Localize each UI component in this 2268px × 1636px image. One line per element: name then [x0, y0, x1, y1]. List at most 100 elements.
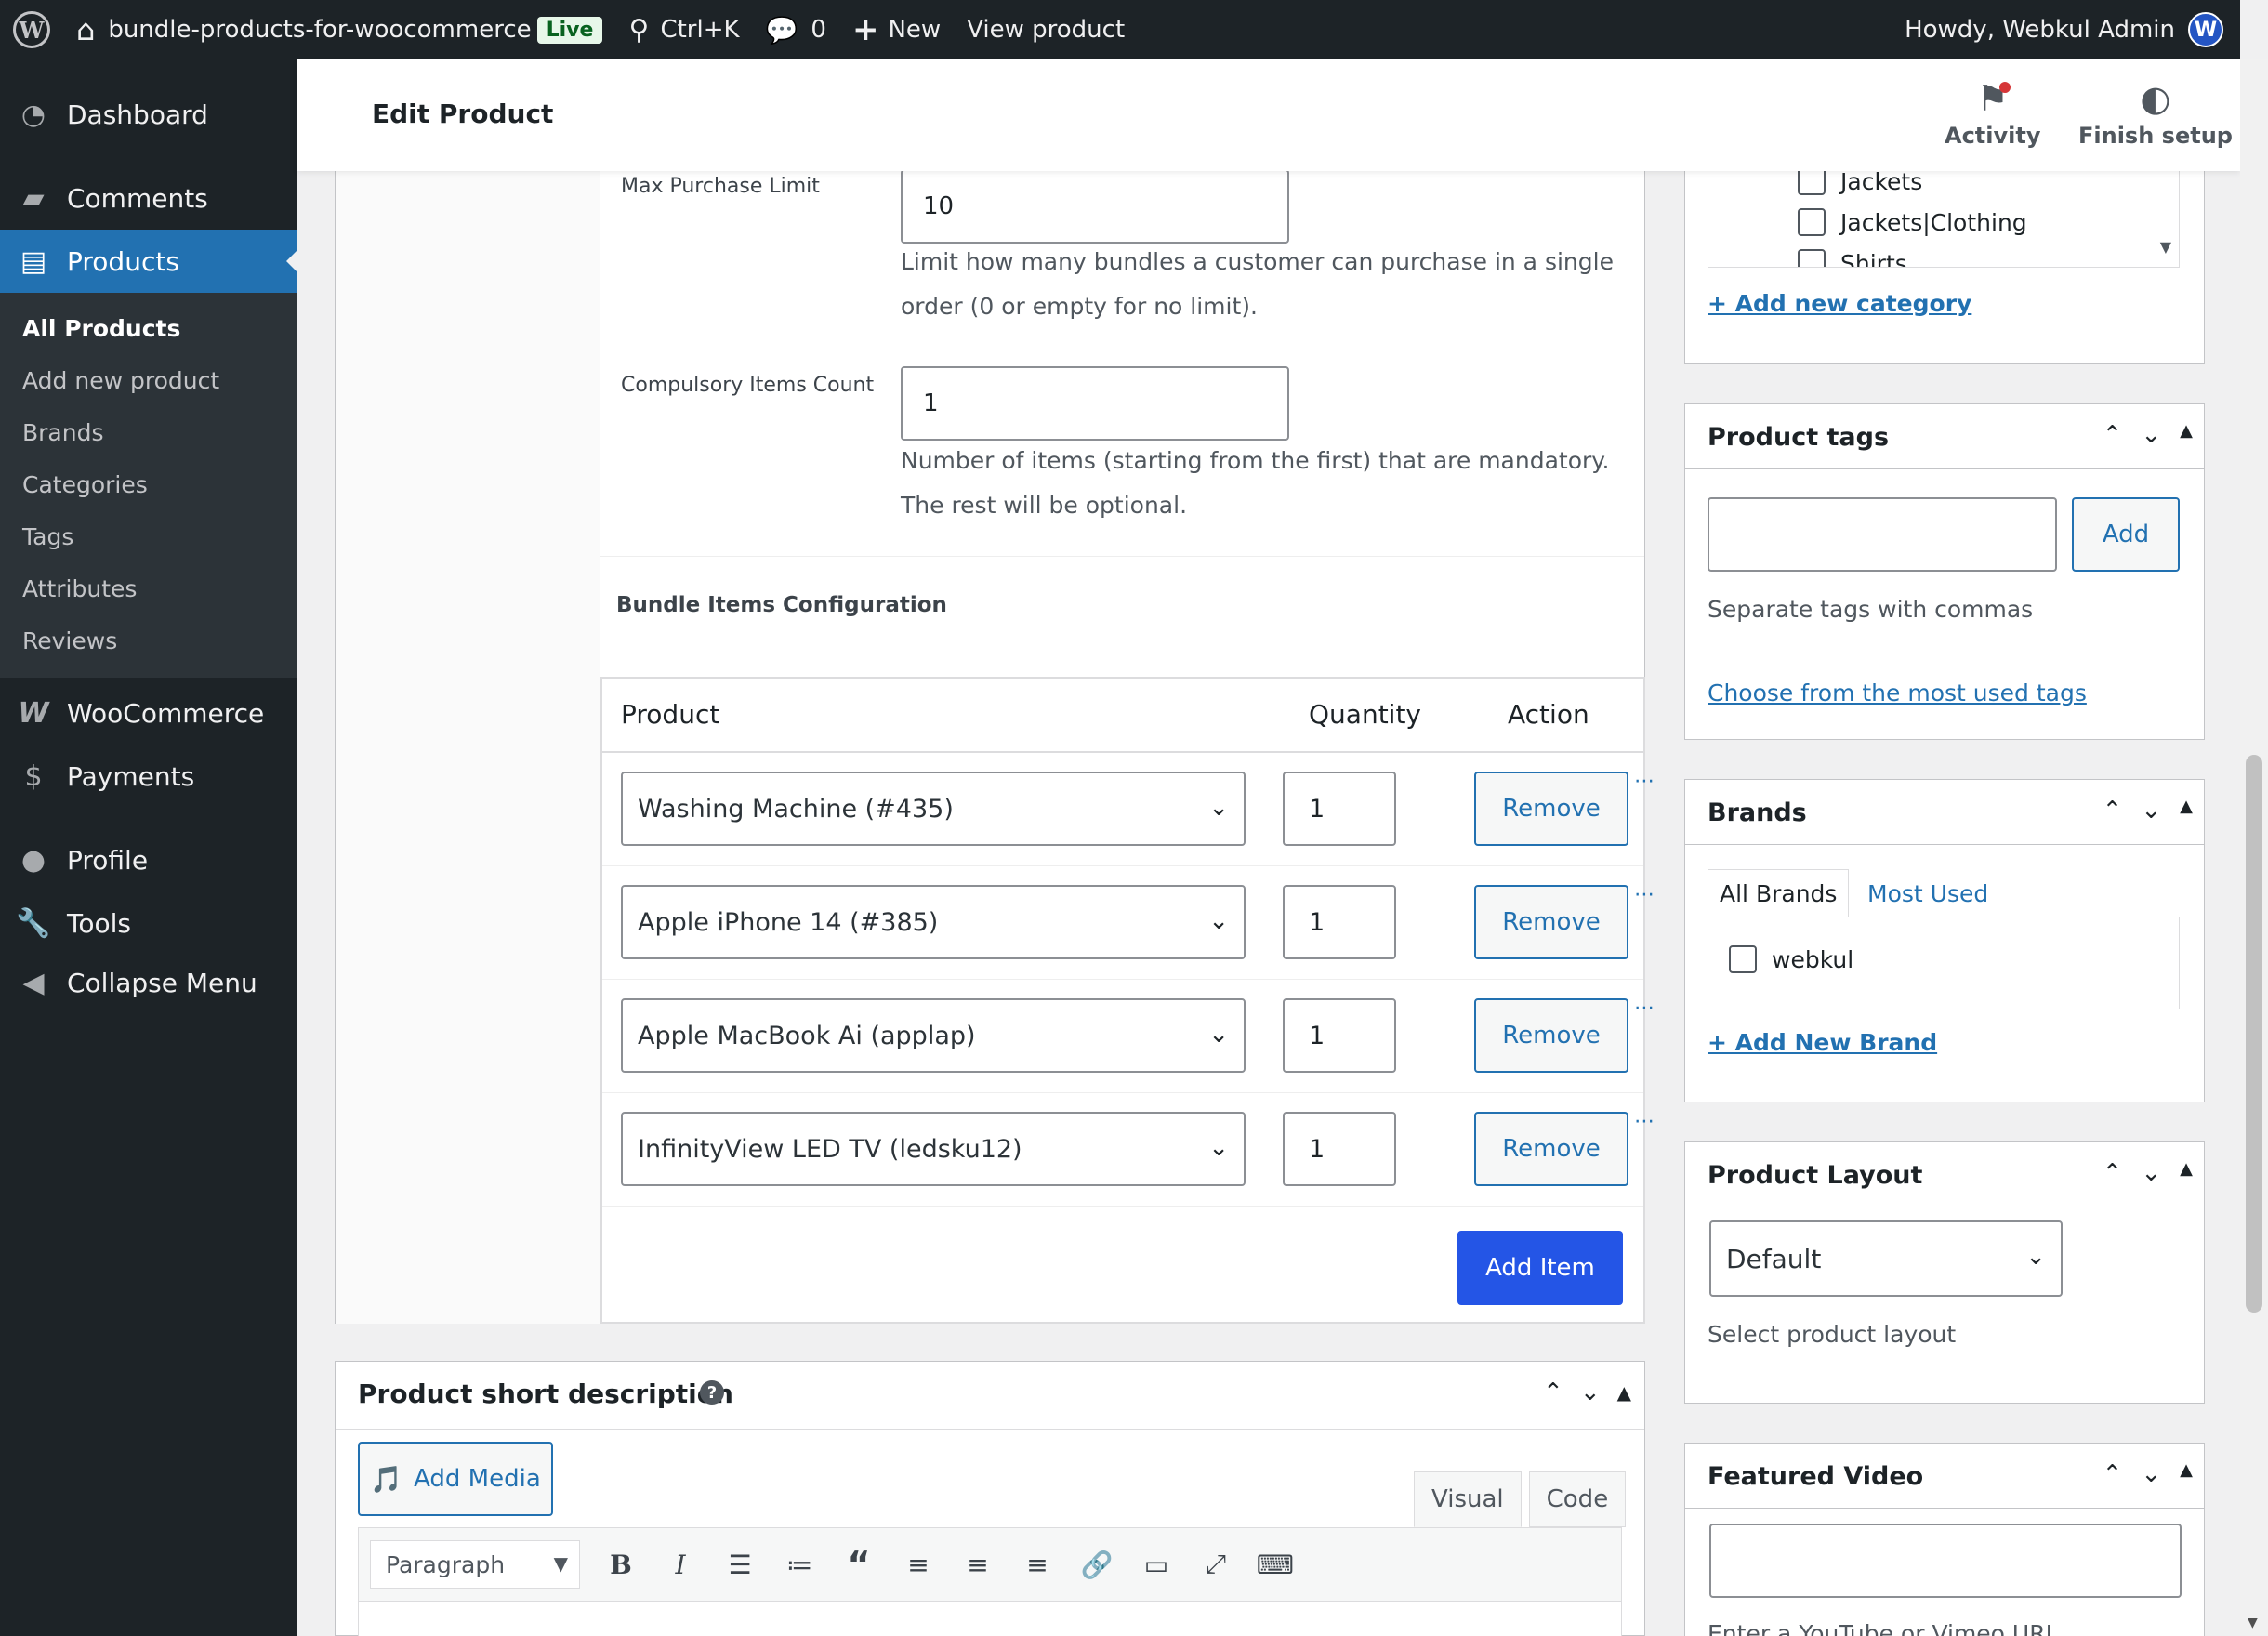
- format-select[interactable]: Paragraph ▼: [370, 1540, 580, 1589]
- toggle-panel-icon[interactable]: ▲: [2180, 1159, 2193, 1187]
- drag-handle-icon[interactable]: ⋯: [1634, 770, 1655, 793]
- italic-icon[interactable]: I: [651, 1540, 710, 1589]
- tab-code[interactable]: Code: [1528, 1471, 1627, 1527]
- align-center-icon[interactable]: ≡: [948, 1540, 1008, 1589]
- quantity-input[interactable]: 1: [1283, 772, 1396, 846]
- remove-item-button[interactable]: Remove: [1474, 998, 1628, 1073]
- sidebar-item-label: Dashboard: [67, 99, 208, 130]
- move-up-icon[interactable]: ⌃: [2103, 797, 2123, 825]
- sidebar-item-tools[interactable]: 🔧 Tools: [0, 891, 297, 955]
- activity-button[interactable]: ⚑ Activity: [1945, 78, 2041, 149]
- product-select[interactable]: Washing Machine (#435) ⌄: [621, 772, 1246, 846]
- category-checkbox[interactable]: [1798, 208, 1826, 236]
- move-down-icon[interactable]: ⌄: [2141, 421, 2161, 449]
- blockquote-icon[interactable]: “: [829, 1540, 889, 1589]
- tab-all-brands[interactable]: All Brands: [1708, 869, 1850, 917]
- fullscreen-icon[interactable]: ⤢: [1186, 1540, 1246, 1589]
- category-checkbox[interactable]: [1798, 249, 1826, 267]
- brand-item[interactable]: webkul: [1729, 945, 1853, 973]
- link-icon[interactable]: 🔗: [1067, 1540, 1127, 1589]
- site-name-link[interactable]: ⌂ bundle-products-for-woocommerce Live: [63, 0, 615, 59]
- submenu-reviews[interactable]: Reviews: [0, 614, 297, 666]
- sidebar-item-dashboard[interactable]: ◔ Dashboard: [0, 83, 297, 146]
- move-up-icon[interactable]: ⌃: [2103, 1159, 2123, 1187]
- category-item[interactable]: Jackets|Clothing: [1798, 208, 2027, 236]
- drag-handle-icon[interactable]: ⋯: [1634, 996, 1655, 1020]
- wordpress-logo-button[interactable]: W: [0, 0, 63, 59]
- new-label: New: [888, 16, 942, 44]
- sidebar-item-payments[interactable]: $ Payments: [0, 745, 297, 808]
- bulleted-list-icon[interactable]: ☰: [710, 1540, 770, 1589]
- move-up-icon[interactable]: ⌃: [2103, 421, 2123, 449]
- drag-handle-icon[interactable]: ⋯: [1634, 1110, 1655, 1133]
- add-tag-button[interactable]: Add: [2072, 497, 2180, 572]
- toggle-panel-icon[interactable]: ▲: [2180, 1460, 2193, 1488]
- move-up-icon[interactable]: ⌃: [1543, 1379, 1563, 1406]
- submenu-add-new-product[interactable]: Add new product: [0, 354, 297, 406]
- submenu-brands[interactable]: Brands: [0, 406, 297, 458]
- quantity-input[interactable]: 1: [1283, 1112, 1396, 1186]
- submenu-categories[interactable]: Categories: [0, 458, 297, 510]
- quantity-input[interactable]: 1: [1283, 885, 1396, 959]
- remove-item-button[interactable]: Remove: [1474, 772, 1628, 846]
- new-tag-input[interactable]: [1708, 497, 2057, 572]
- remove-item-button[interactable]: Remove: [1474, 1112, 1628, 1186]
- choose-most-used-tags-link[interactable]: Choose from the most used tags: [1708, 679, 2087, 706]
- move-down-icon[interactable]: ⌄: [2141, 1159, 2161, 1187]
- sidebar-item-products[interactable]: ▤ Products: [0, 230, 297, 293]
- numbered-list-icon[interactable]: ≔: [770, 1540, 829, 1589]
- editor-content-area[interactable]: [358, 1602, 1622, 1636]
- max-purchase-input[interactable]: 10: [901, 169, 1289, 244]
- bold-icon[interactable]: B: [591, 1540, 651, 1589]
- command-palette-button[interactable]: ⚲ Ctrl+K: [615, 0, 752, 59]
- account-menu[interactable]: Howdy, Webkul Admin W: [1905, 0, 2240, 59]
- submenu-all-products[interactable]: All Products: [0, 302, 297, 354]
- keyboard-toolbar-toggle-icon[interactable]: ⌨: [1246, 1540, 1305, 1589]
- sidebar-item-woocommerce[interactable]: W WooCommerce: [0, 681, 297, 745]
- submenu-attributes[interactable]: Attributes: [0, 562, 297, 614]
- help-question-icon[interactable]: ?: [700, 1380, 724, 1405]
- drag-handle-icon[interactable]: ⋯: [1634, 883, 1655, 906]
- add-media-button[interactable]: 🎵 Add Media: [358, 1442, 553, 1516]
- collapse-menu-button[interactable]: ◀ Collapse Menu: [0, 955, 297, 1010]
- quantity-input[interactable]: 1: [1283, 998, 1396, 1073]
- remove-item-button[interactable]: Remove: [1474, 885, 1628, 959]
- compulsory-items-input[interactable]: 1: [901, 366, 1289, 441]
- editor-toolbar: Paragraph ▼ B I ☰ ≔ “ ≡ ≡ ≡ 🔗 ▭ ⤢ ⌨: [358, 1527, 1622, 1602]
- submenu-tags[interactable]: Tags: [0, 510, 297, 562]
- scroll-down-arrow-icon[interactable]: ▼: [2160, 238, 2171, 256]
- scroll-down-arrow-icon[interactable]: ▼: [2248, 1616, 2258, 1630]
- category-item[interactable]: Jackets: [1798, 171, 1922, 195]
- page-scrollbar[interactable]: ▼: [2240, 59, 2268, 1636]
- sidebar-item-profile[interactable]: ● Profile: [0, 828, 297, 891]
- tab-most-used-brands[interactable]: Most Used: [1856, 869, 1999, 917]
- category-checkbox[interactable]: [1798, 171, 1826, 195]
- comments-link[interactable]: 💬 0: [753, 0, 839, 59]
- scrollbar-thumb[interactable]: [2246, 755, 2262, 1313]
- tab-visual[interactable]: Visual: [1414, 1471, 1522, 1527]
- toggle-panel-icon[interactable]: ▲: [1617, 1381, 1631, 1404]
- add-new-category-link[interactable]: + Add new category: [1708, 290, 1971, 317]
- category-item[interactable]: Shirts: [1798, 249, 1907, 267]
- product-select[interactable]: Apple iPhone 14 (#385) ⌄: [621, 885, 1246, 959]
- move-down-icon[interactable]: ⌄: [2141, 1460, 2161, 1488]
- product-layout-select[interactable]: Default ⌄: [1709, 1220, 2063, 1297]
- product-select[interactable]: InfinityView LED TV (ledsku12) ⌄: [621, 1112, 1246, 1186]
- toggle-panel-icon[interactable]: ▲: [2180, 421, 2193, 449]
- align-left-icon[interactable]: ≡: [889, 1540, 948, 1589]
- brand-checkbox[interactable]: [1729, 945, 1757, 973]
- product-select[interactable]: Apple MacBook Ai (applap) ⌄: [621, 998, 1246, 1073]
- sidebar-item-comments[interactable]: ▰ Comments: [0, 166, 297, 230]
- featured-video-url-input[interactable]: [1709, 1524, 2182, 1598]
- toggle-panel-icon[interactable]: ▲: [2180, 797, 2193, 825]
- new-content-button[interactable]: + New: [839, 0, 954, 59]
- move-up-icon[interactable]: ⌃: [2103, 1460, 2123, 1488]
- align-right-icon[interactable]: ≡: [1008, 1540, 1067, 1589]
- move-down-icon[interactable]: ⌄: [1580, 1379, 1601, 1406]
- move-down-icon[interactable]: ⌄: [2141, 797, 2161, 825]
- view-product-link[interactable]: View product: [954, 0, 1138, 59]
- add-new-brand-link[interactable]: + Add New Brand: [1708, 1029, 1937, 1056]
- read-more-icon[interactable]: ▭: [1127, 1540, 1186, 1589]
- add-item-button[interactable]: Add Item: [1457, 1231, 1623, 1305]
- finish-setup-button[interactable]: ◐ Finish setup: [2078, 78, 2233, 149]
